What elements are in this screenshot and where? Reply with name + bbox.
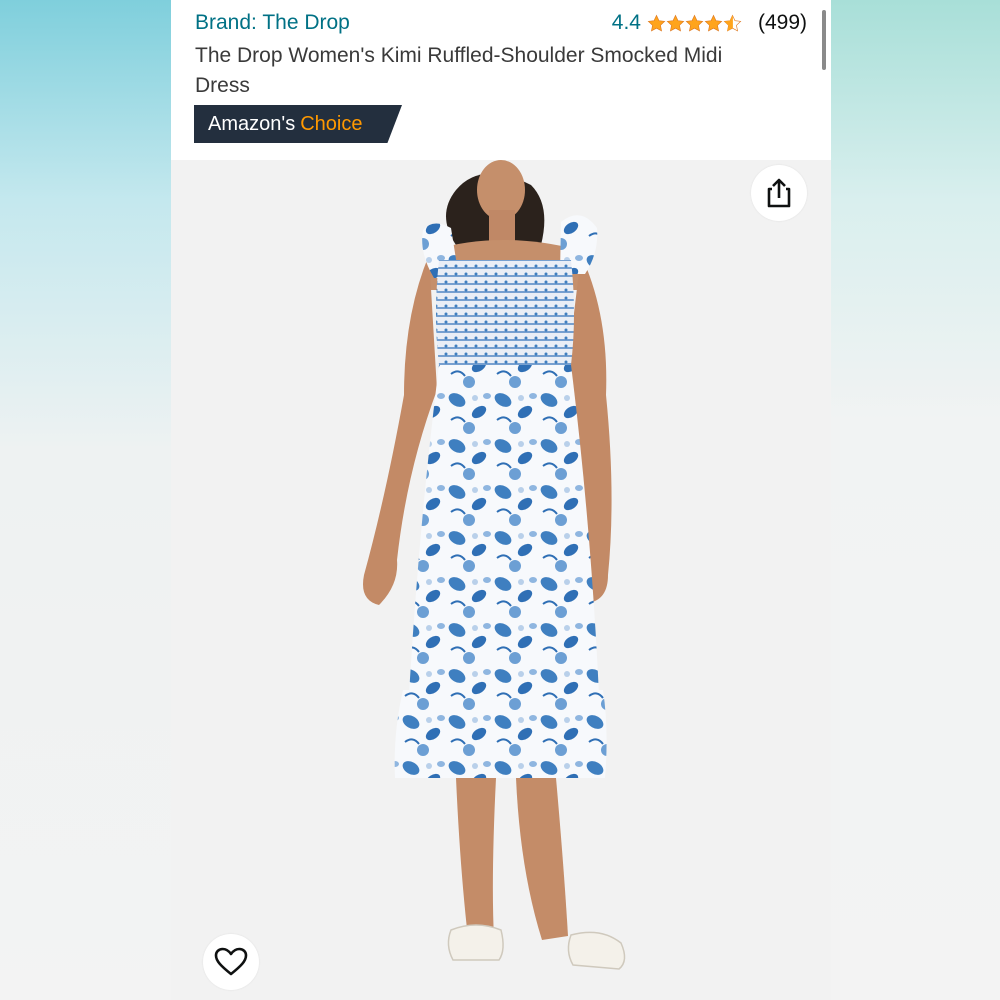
product-title: The Drop Women's Kimi Ruffled-Shoulder S… [195,44,723,97]
share-button[interactable] [751,165,807,221]
background-left [0,0,171,1000]
badge-highlight: Choice [300,112,363,135]
amazons-choice-badge[interactable]: Amazon's Choice [194,105,402,143]
product-header: Brand: The Drop 4.4 (499) The Drop Women… [171,0,831,160]
scrollbar[interactable] [822,10,826,70]
review-count: (499) [757,11,807,34]
star-half-icon [723,14,742,32]
background-right [831,0,1000,1000]
star-icon [647,14,666,32]
star-rating [647,14,742,33]
brand-link[interactable]: Brand: The Drop [195,11,350,35]
dress-photo [363,160,626,970]
rating-value: 4.4 [611,11,641,34]
star-icon [666,14,685,32]
product-page: Brand: The Drop 4.4 (499) The Drop Women… [171,0,831,1000]
heart-icon [214,947,248,976]
star-icon [685,14,704,32]
wishlist-button[interactable] [203,934,259,990]
badge-prefix: Amazon's [208,112,296,135]
product-image[interactable] [171,160,831,1000]
share-icon [767,178,791,208]
rating[interactable]: 4.4 (499) [612,11,807,35]
star-icon [704,14,723,32]
